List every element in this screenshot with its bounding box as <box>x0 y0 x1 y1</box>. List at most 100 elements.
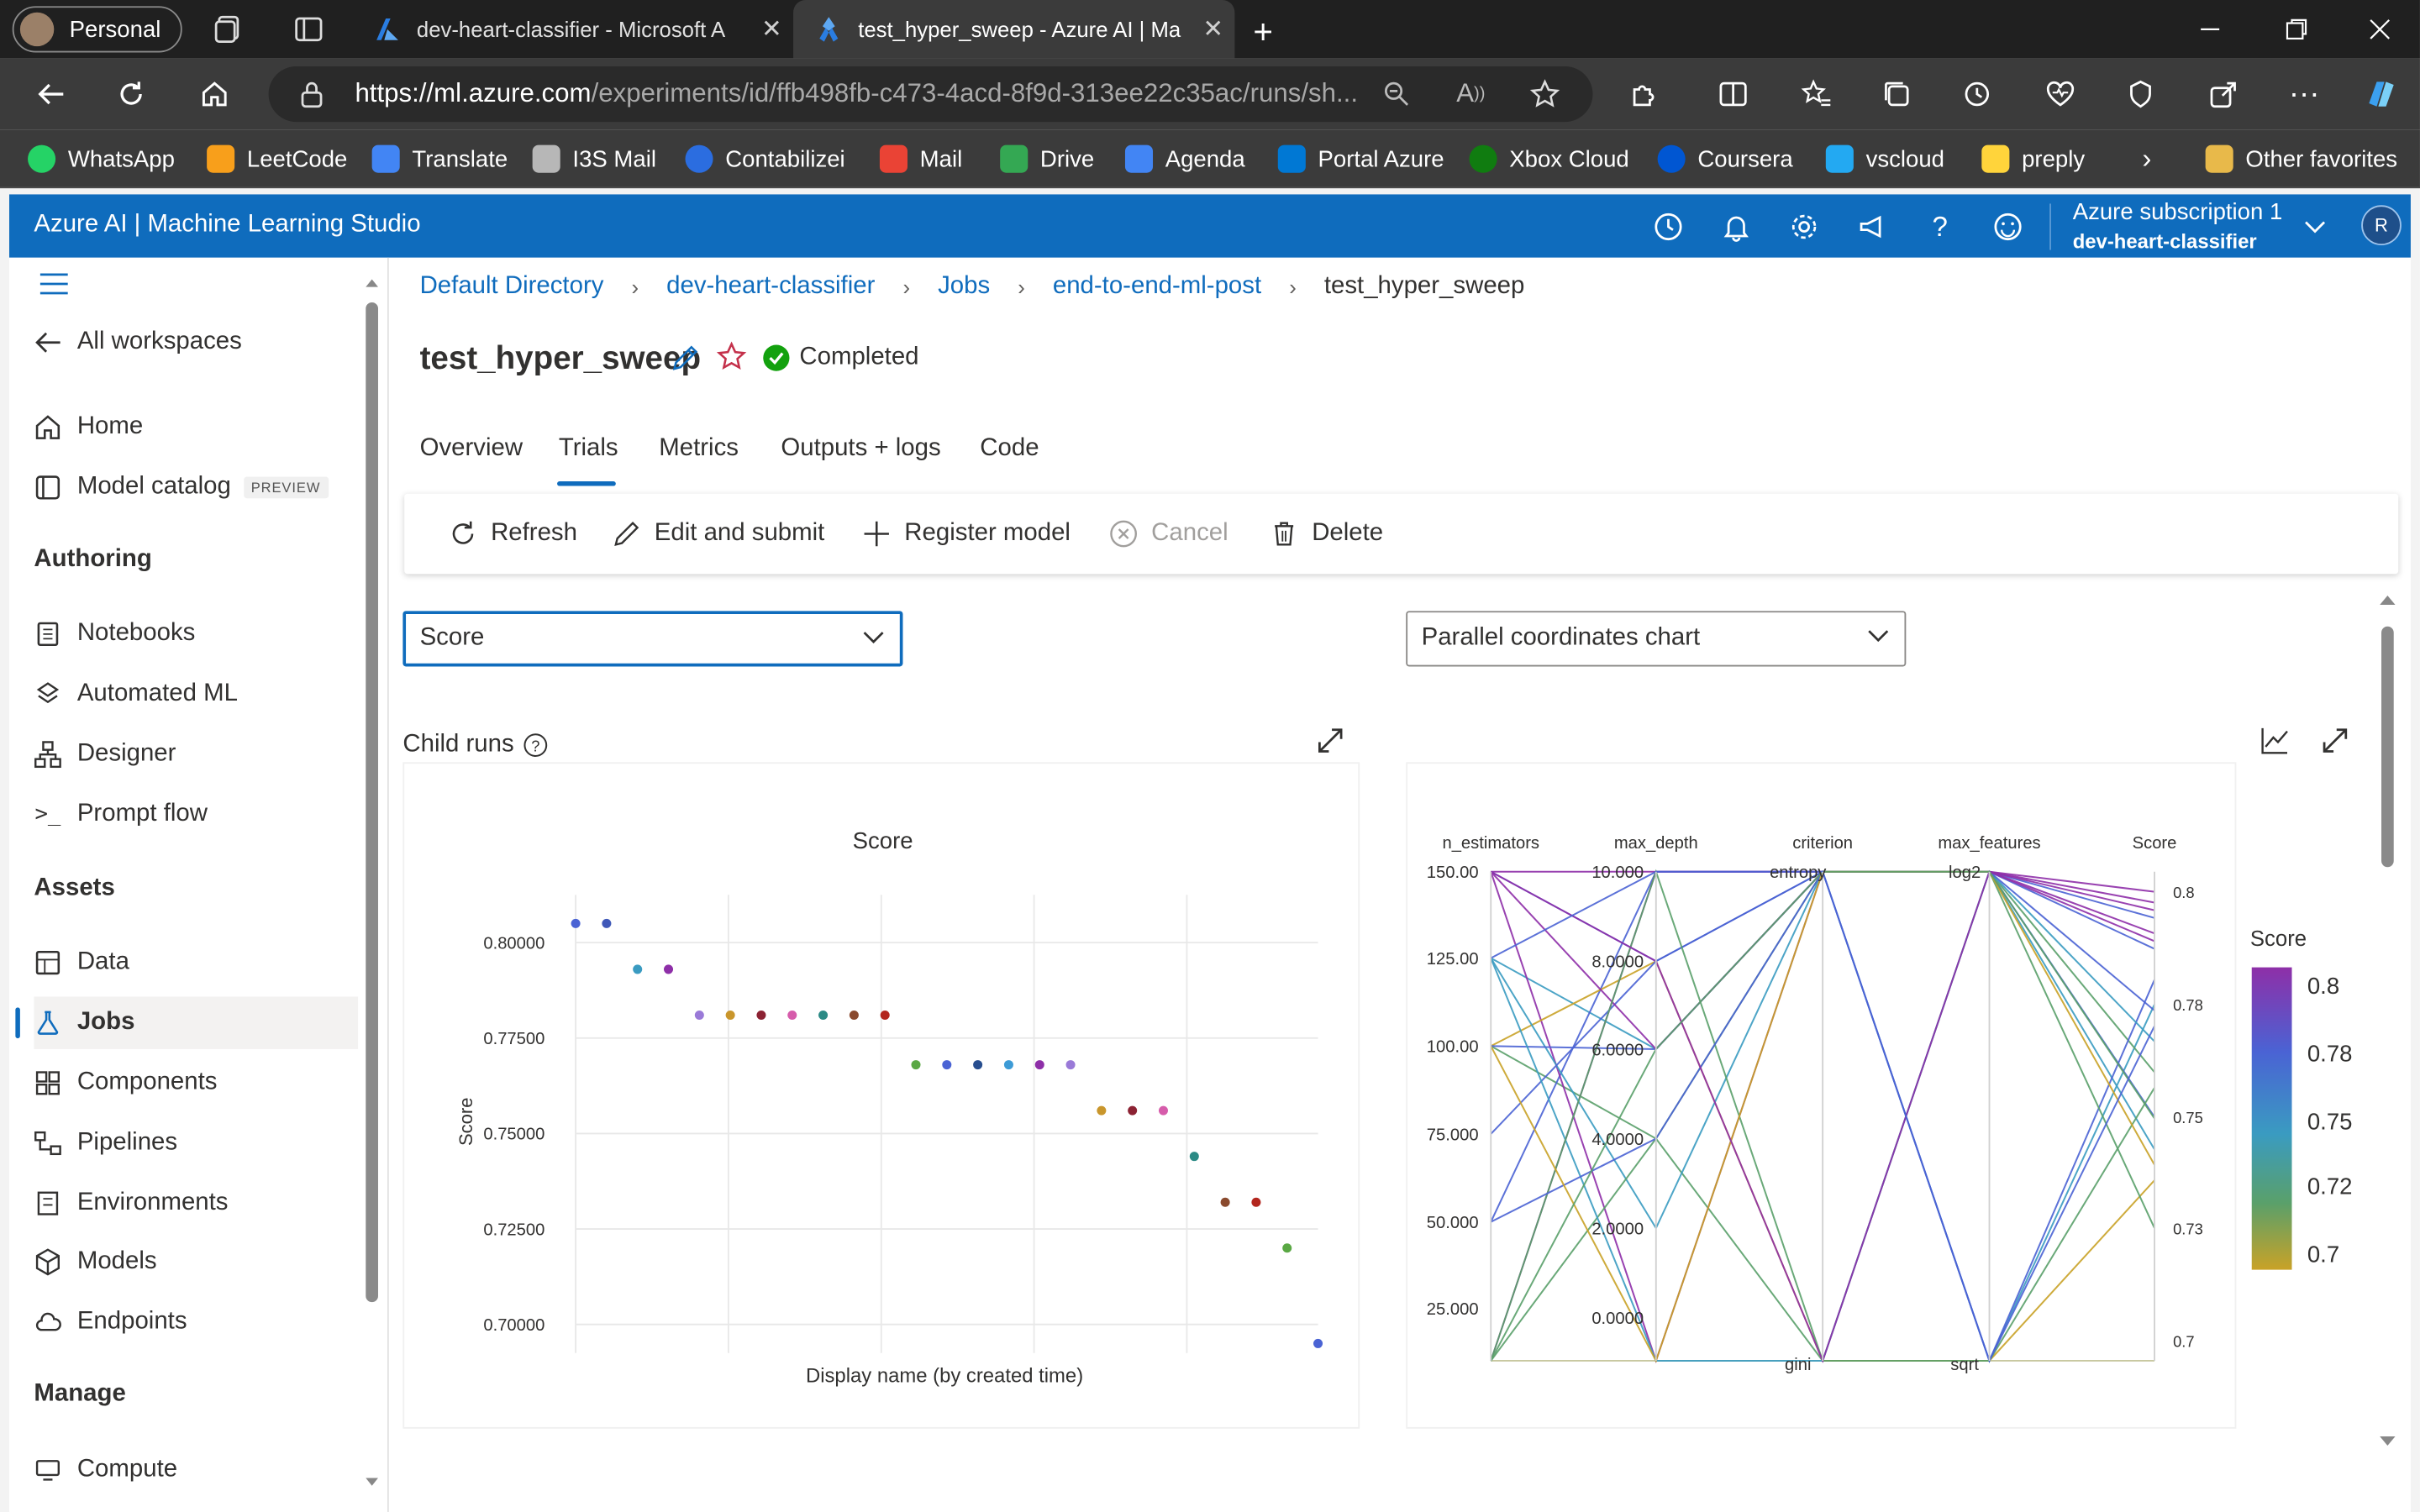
sidebar-scrollbar[interactable] <box>364 278 379 1497</box>
nav-models[interactable]: Models <box>34 1236 157 1288</box>
expand-icon[interactable] <box>1315 725 1346 756</box>
data-icon <box>34 949 61 977</box>
help-icon[interactable]: ? <box>1923 210 1957 244</box>
tab-code[interactable]: Code <box>980 435 1039 463</box>
close-icon[interactable]: ✕ <box>1192 14 1234 45</box>
cancel-button[interactable]: Cancel <box>1108 518 1228 549</box>
tab-overview[interactable]: Overview <box>420 435 523 463</box>
restore-icon[interactable] <box>2254 0 2340 59</box>
browser-tab-2[interactable]: test_hyper_sweep - Azure AI | Ma ✕ <box>793 0 1235 59</box>
collections-icon[interactable] <box>1874 71 1920 117</box>
bookmark-portal-azure[interactable]: Portal Azure <box>1277 139 1444 179</box>
nav-endpoints[interactable]: Endpoints <box>34 1296 187 1348</box>
subscription-switcher[interactable]: Azure subscription 1 dev-heart-classifie… <box>2073 197 2283 256</box>
main-scrollbar[interactable] <box>2377 592 2399 1457</box>
browser-essentials-icon[interactable] <box>2037 71 2083 117</box>
chevron-right-icon[interactable]: › <box>2142 139 2151 179</box>
bookmark-translate[interactable]: Translate <box>371 139 508 179</box>
tab-metrics[interactable]: Metrics <box>659 435 739 463</box>
tab-trials[interactable]: Trials <box>559 435 618 463</box>
breadcrumb-workspace[interactable]: dev-heart-classifier <box>666 273 875 301</box>
nav-prompt-flow[interactable]: >_ Prompt flow <box>34 789 208 841</box>
back-icon[interactable] <box>28 71 74 117</box>
nav-data[interactable]: Data <box>34 937 129 989</box>
close-icon[interactable]: ✕ <box>750 14 793 45</box>
breadcrumb-jobs[interactable]: Jobs <box>938 273 990 301</box>
edit-pencil-icon[interactable] <box>670 343 701 374</box>
delete-button[interactable]: Delete <box>1269 518 1383 549</box>
history-icon[interactable] <box>1954 71 2000 117</box>
avatar[interactable]: R <box>2361 205 2402 246</box>
chart-type-dropdown[interactable]: Parallel coordinates chart <box>1406 611 1907 667</box>
refresh-button[interactable]: Refresh <box>448 518 577 549</box>
new-tab-icon[interactable]: + <box>1253 13 1273 53</box>
more-icon[interactable]: ··· <box>2281 71 2328 117</box>
workspaces-icon[interactable] <box>213 14 244 45</box>
tab-outputs-logs[interactable]: Outputs + logs <box>781 435 940 463</box>
bookmark-other-favorites[interactable]: Other favorites <box>2205 139 2397 179</box>
settings-gear-icon[interactable] <box>1787 210 1821 244</box>
breadcrumb-experiment[interactable]: end-to-end-ml-post <box>1053 273 1261 301</box>
favorite-star-icon[interactable] <box>716 341 747 372</box>
bookmark-leetcode[interactable]: LeetCode <box>207 139 347 179</box>
notifications-icon[interactable] <box>1719 210 1753 244</box>
profile-button[interactable]: Personal <box>12 6 182 53</box>
nav-notebooks[interactable]: Notebooks <box>34 608 195 660</box>
scatter-point <box>602 918 612 928</box>
recent-icon[interactable] <box>1651 210 1685 244</box>
announcements-icon[interactable] <box>1855 210 1889 244</box>
y-tick-label: 0.77500 <box>483 1030 544 1048</box>
breadcrumb-directory[interactable]: Default Directory <box>420 273 604 301</box>
performance-icon[interactable] <box>2118 71 2164 117</box>
line-chart-icon[interactable] <box>2260 725 2291 756</box>
nav-designer[interactable]: Designer <box>34 728 176 780</box>
edit-submit-button[interactable]: Edit and submit <box>611 518 824 549</box>
nav-automated-ml[interactable]: Automated ML <box>34 668 238 720</box>
leetcode-icon <box>207 144 235 173</box>
minimize-icon[interactable] <box>2167 0 2254 59</box>
copilot-icon[interactable] <box>2358 71 2404 117</box>
bookmark-contabilizei[interactable]: Contabilizei <box>685 139 845 179</box>
refresh-icon[interactable] <box>108 71 155 117</box>
nav-model-catalog[interactable]: Model catalog PREVIEW <box>34 461 329 513</box>
profile-label: Personal <box>69 16 161 43</box>
bookmark-whatsapp[interactable]: WhatsApp <box>28 139 175 179</box>
bookmark-mail[interactable]: Mail <box>879 139 962 179</box>
section-assets: Assets <box>34 874 115 901</box>
share-icon[interactable] <box>2201 71 2247 117</box>
nav-compute[interactable]: Compute <box>34 1444 177 1496</box>
bookmark-i3s-mail[interactable]: I3S Mail <box>532 139 656 179</box>
register-model-button[interactable]: Register model <box>861 518 1071 549</box>
browser-tab-1[interactable]: dev-heart-classifier - Microsoft A ✕ <box>352 0 793 59</box>
nav-all-workspaces[interactable]: All workspaces <box>34 317 242 369</box>
close-window-icon[interactable] <box>2337 0 2420 59</box>
bookmark-drive[interactable]: Drive <box>1000 139 1094 179</box>
favorite-star-icon[interactable] <box>1522 71 1568 117</box>
zoom-icon[interactable] <box>1374 71 1420 117</box>
nav-pipelines[interactable]: Pipelines <box>34 1117 177 1169</box>
scatter-point <box>1251 1197 1261 1207</box>
metric-dropdown[interactable]: Score <box>402 611 903 667</box>
bookmark-preply[interactable]: preply <box>1981 139 2085 179</box>
feedback-smiley-icon[interactable] <box>1991 210 2024 244</box>
tab-actions-icon[interactable] <box>293 14 324 45</box>
info-icon[interactable]: ? <box>523 732 548 757</box>
bookmark-agenda[interactable]: Agenda <box>1124 139 1245 179</box>
app-brand[interactable]: Azure AI | Machine Learning Studio <box>34 212 420 239</box>
bookmark-coursera[interactable]: Coursera <box>1657 139 1793 179</box>
bookmark-vscloud[interactable]: vscloud <box>1825 139 1944 179</box>
nav-home[interactable]: Home <box>34 402 143 454</box>
read-aloud-icon[interactable]: A)) <box>1448 71 1494 117</box>
favorites-icon[interactable] <box>1793 71 1839 117</box>
extensions-icon[interactable] <box>1621 71 1667 117</box>
chevron-down-icon[interactable] <box>2298 210 2332 244</box>
hamburger-icon[interactable] <box>39 273 68 295</box>
nav-jobs[interactable]: Jobs <box>34 996 359 1049</box>
nav-components[interactable]: Components <box>34 1057 217 1109</box>
scatter-point <box>1097 1105 1107 1116</box>
expand-icon[interactable] <box>2320 725 2351 756</box>
split-screen-icon[interactable] <box>1710 71 1756 117</box>
home-icon[interactable] <box>192 71 238 117</box>
nav-environments[interactable]: Environments <box>34 1177 229 1229</box>
bookmark-xbox-cloud[interactable]: Xbox Cloud <box>1469 139 1629 179</box>
